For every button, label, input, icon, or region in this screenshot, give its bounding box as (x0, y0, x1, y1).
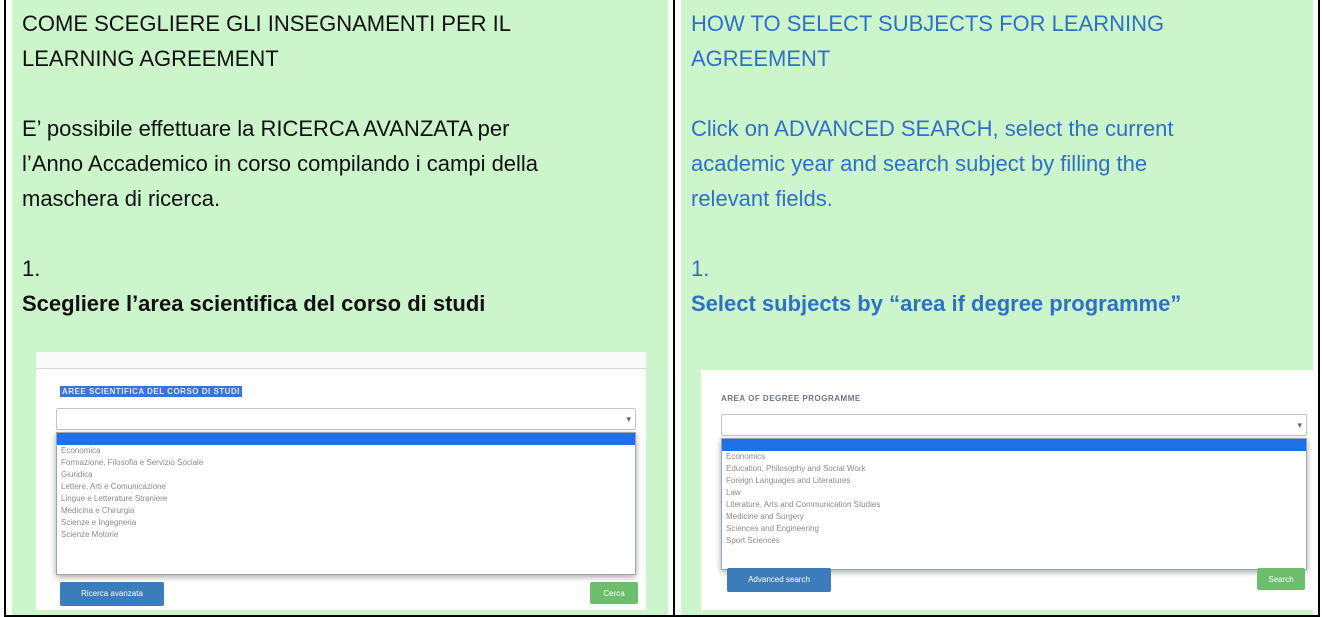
english-body-line-1: Click on ADVANCED SEARCH, select the cur… (691, 116, 1174, 141)
english-title-line-2: AGREEMENT (691, 46, 831, 71)
italian-title-line-1: COME SCEGLIERE GLI INSEGNAMENTI PER IL (22, 11, 511, 36)
area-dropdown-list: Economica Formazione, Filosofia e Serviz… (56, 432, 636, 575)
english-screenshot: AREA OF DEGREE PROGRAMME ▾ Economics Edu… (701, 370, 1313, 610)
italian-text: COME SCEGLIERE GLI INSEGNAMENTI PER IL L… (22, 6, 664, 321)
dropdown-option: Sciences and Engineering (726, 524, 819, 533)
advanced-search-button: Advanced search (727, 568, 831, 592)
bilingual-instruction-table: COME SCEGLIERE GLI INSEGNAMENTI PER IL L… (4, 0, 1320, 617)
dropdown-option: Medicine and Surgery (726, 512, 804, 521)
highlighted-empty-option (722, 439, 1306, 451)
search-button: Cerca (590, 582, 638, 604)
area-select: ▾ (721, 414, 1307, 436)
highlighted-empty-option (57, 433, 635, 445)
dropdown-option: Foreign Languages and Literatures (726, 476, 851, 485)
search-button: Search (1257, 568, 1305, 590)
english-step-text: Select subjects by “area if degree progr… (691, 291, 1182, 316)
previous-field (36, 352, 646, 369)
area-field-label: AREE SCIENTIFICA DEL CORSO DI STUDI (60, 386, 242, 397)
italian-body-line-1: E’ possibile effettuare la RICERCA AVANZ… (22, 116, 510, 141)
italian-column: COME SCEGLIERE GLI INSEGNAMENTI PER IL L… (6, 0, 675, 615)
italian-step-text: Scegliere l’area scientifica del corso d… (22, 291, 486, 316)
dropdown-option: Scienze Motorie (61, 530, 119, 539)
dropdown-option: Lettere, Arti e Comunicazione (61, 482, 166, 491)
english-column: HOW TO SELECT SUBJECTS FOR LEARNING AGRE… (675, 0, 1318, 615)
italian-body-line-3: maschera di ricerca. (22, 186, 221, 211)
dropdown-option: Law (726, 488, 741, 497)
chevron-down-icon: ▾ (1297, 420, 1302, 430)
english-title-line-1: HOW TO SELECT SUBJECTS FOR LEARNING (691, 11, 1165, 36)
advanced-search-button: Ricerca avanzata (60, 582, 164, 606)
dropdown-option: Formazione, Filosofia e Servizio Sociale (61, 458, 204, 467)
english-cell: HOW TO SELECT SUBJECTS FOR LEARNING AGRE… (681, 0, 1313, 615)
area-field-label: AREA OF DEGREE PROGRAMME (721, 394, 861, 403)
english-body-line-2: academic year and search subject by fill… (691, 151, 1148, 176)
dropdown-option: Literature, Arts and Communication Studi… (726, 500, 881, 509)
dropdown-option: Education, Philosophy and Social Work (726, 464, 866, 473)
area-dropdown-list: Economics Education, Philosophy and Soci… (721, 438, 1307, 570)
dropdown-option: Scienze e Ingegneria (61, 518, 137, 527)
english-step-number: 1. (691, 256, 710, 281)
dropdown-option: Economics (726, 452, 766, 461)
italian-screenshot: AREE SCIENTIFICA DEL CORSO DI STUDI ▾ Ec… (36, 352, 646, 610)
dropdown-option: Sport Sciences (726, 536, 780, 545)
italian-cell: COME SCEGLIERE GLI INSEGNAMENTI PER IL L… (12, 0, 668, 615)
area-select: ▾ (56, 408, 636, 430)
english-text: HOW TO SELECT SUBJECTS FOR LEARNING AGRE… (691, 6, 1309, 321)
italian-step-number: 1. (22, 256, 41, 281)
english-body-line-3: relevant fields. (691, 186, 833, 211)
dropdown-option: Giuridica (61, 470, 93, 479)
dropdown-option: Lingue e Letterature Straniere (61, 494, 168, 503)
italian-title-line-2: LEARNING AGREEMENT (22, 46, 279, 71)
chevron-down-icon: ▾ (626, 414, 631, 424)
dropdown-option: Medicina e Chirurgia (61, 506, 135, 515)
dropdown-option: Economica (61, 446, 101, 455)
italian-body-line-2: l’Anno Accademico in corso compilando i … (22, 151, 539, 176)
